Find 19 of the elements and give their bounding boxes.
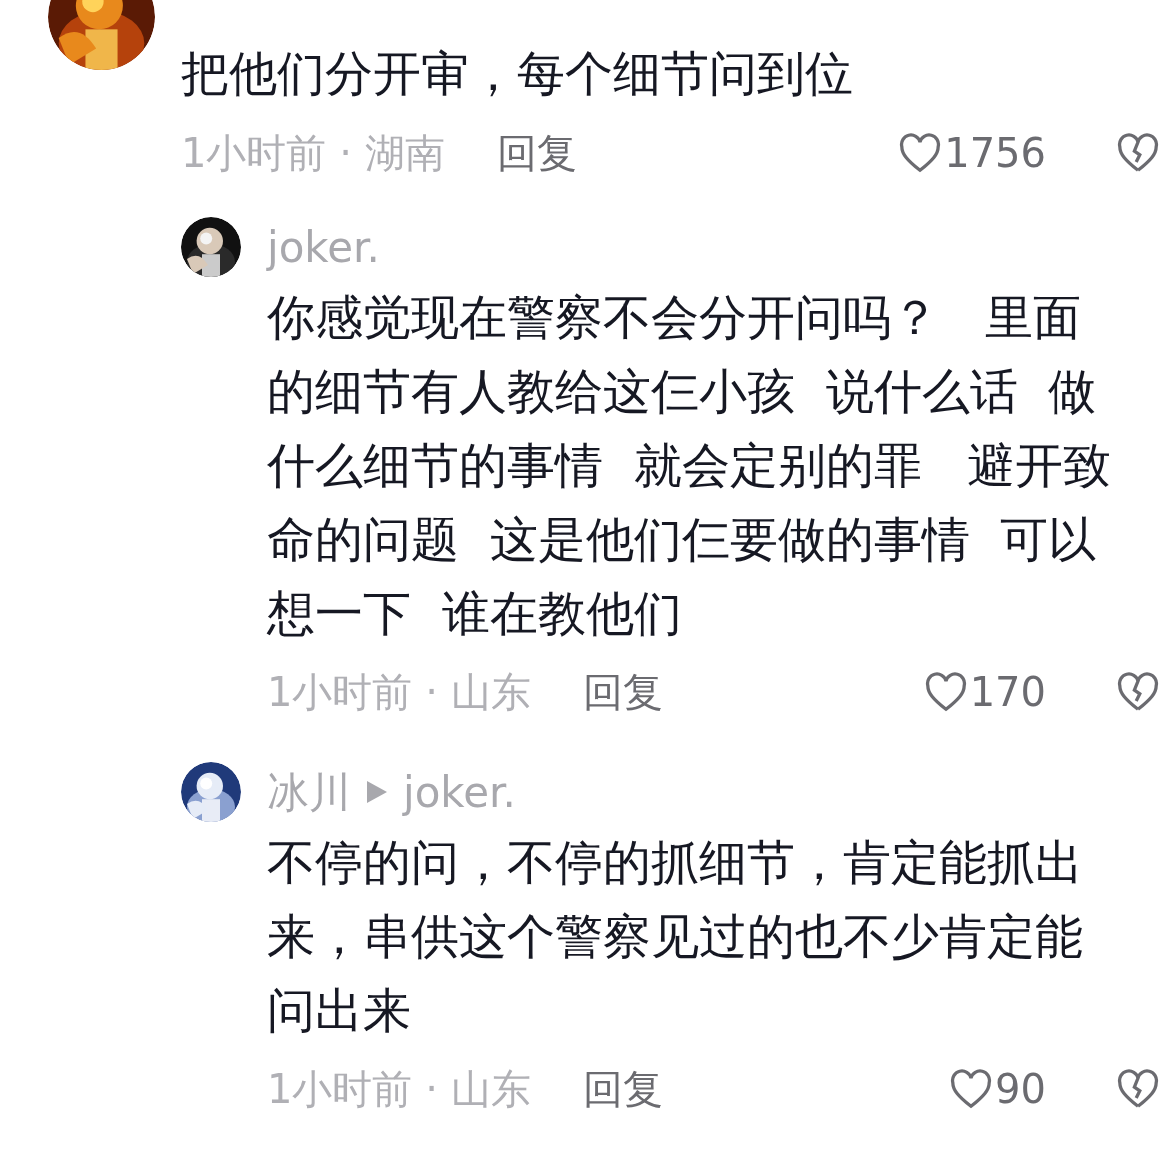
like-count: 170	[969, 668, 1046, 717]
timestamp: 1小时前 · 山东	[267, 1065, 531, 1114]
reply-link[interactable]: 回复	[496, 123, 577, 183]
like-count: 90	[995, 1065, 1046, 1114]
heart-icon[interactable]	[898, 133, 943, 173]
heart-icon[interactable]	[923, 672, 968, 712]
broken-heart-icon[interactable]	[1116, 1069, 1160, 1109]
timestamp: 1小时前 · 湖南	[181, 129, 445, 178]
reply-link[interactable]: 回复	[582, 662, 663, 722]
reply-text: 你感觉现在警察不会分开问吗？ 里面的细节有人教给这仨小孩 说什么话 做什么细节的事情 就会定别的罪 避开致命的问题 这是他们仨要做的事情 可以想一下 谁在教他们	[267, 288, 1113, 643]
reply-text: 不停的问，不停的抓细节，肯定能抓出来，串供这个警察见过的也不少肯定能问出来	[267, 833, 1084, 1040]
broken-heart-icon[interactable]	[1116, 672, 1160, 712]
timestamp: 1小时前 · 山东	[267, 668, 531, 717]
play-icon	[367, 781, 387, 803]
reply-link[interactable]: 回复	[582, 1059, 663, 1119]
like-count: 1756	[944, 129, 1046, 178]
broken-heart-icon[interactable]	[1116, 133, 1160, 173]
comment-text: 把他们分开审，每个细节问到位	[181, 44, 854, 103]
heart-icon[interactable]	[949, 1069, 994, 1109]
